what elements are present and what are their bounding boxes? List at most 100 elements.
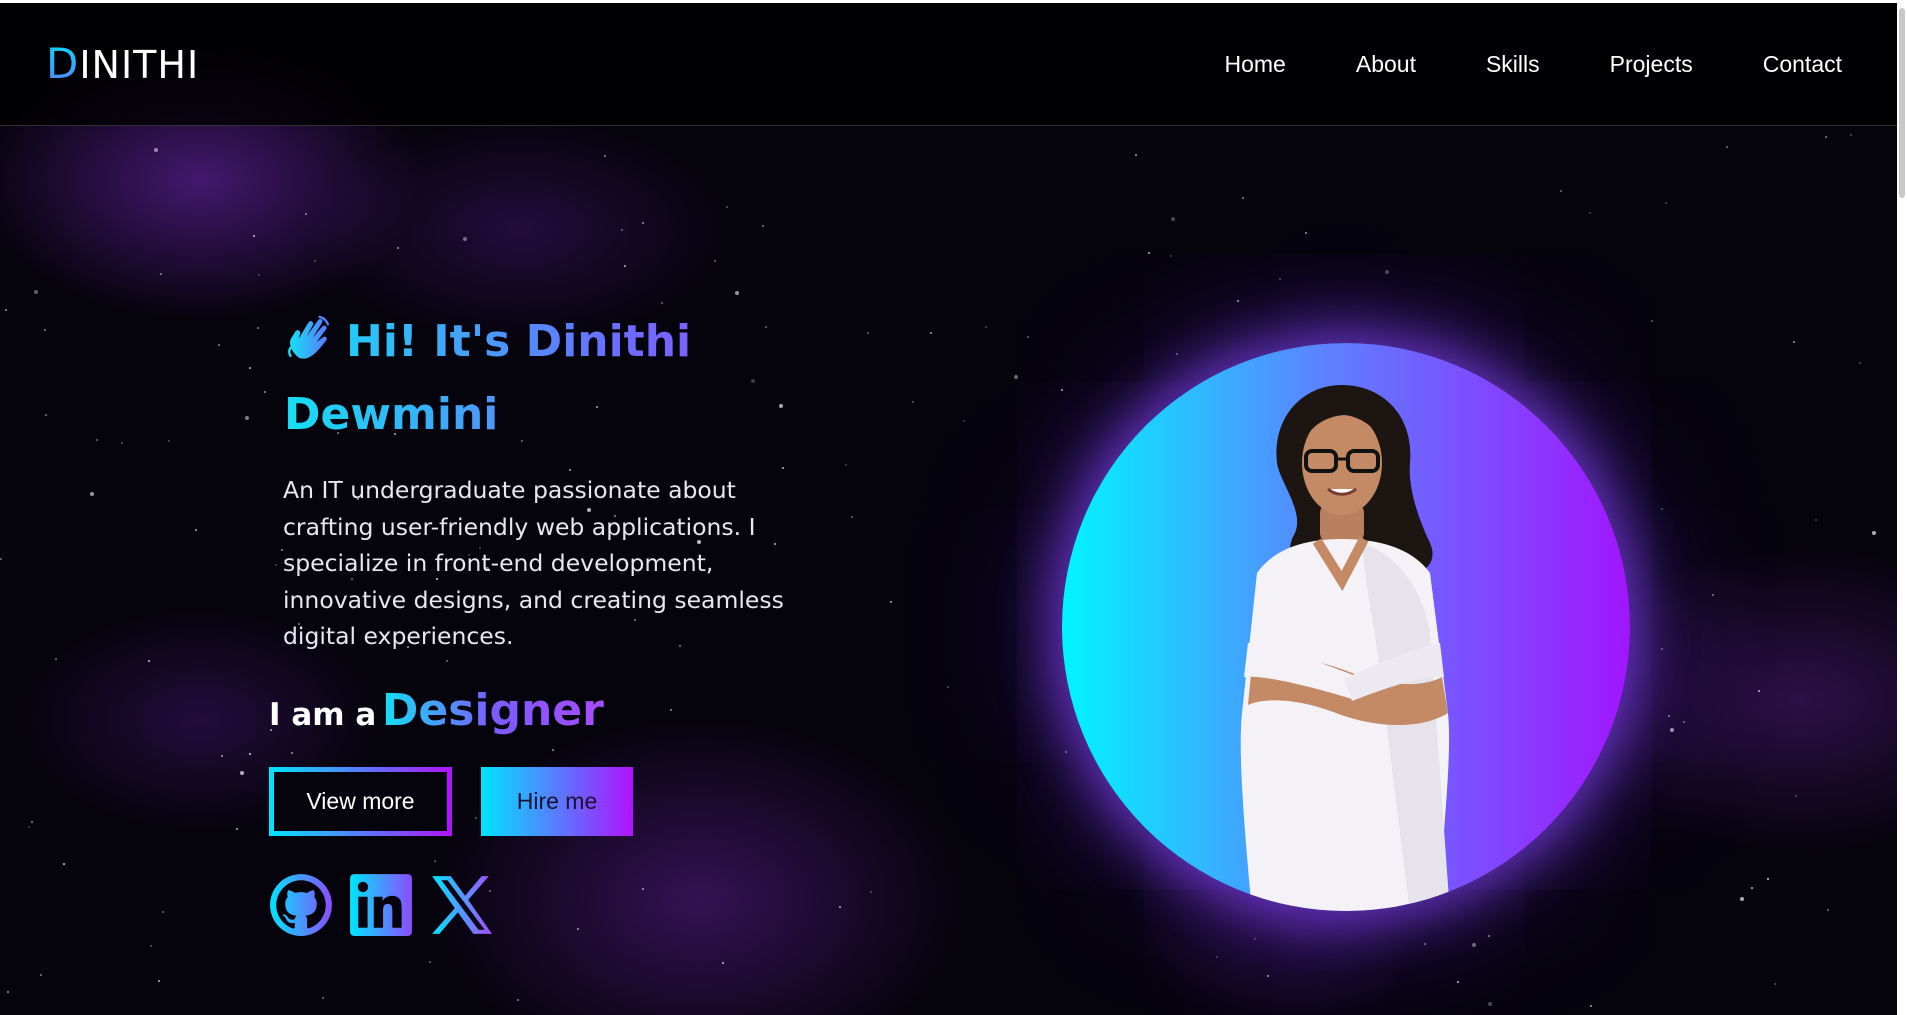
- star-dot: [1850, 134, 1852, 136]
- star-dot: [44, 329, 46, 331]
- star-dot: [1027, 336, 1029, 338]
- star-dot: [1014, 375, 1018, 379]
- star-dot: [31, 821, 33, 823]
- star-dot: [1457, 981, 1459, 983]
- social-links: [268, 872, 494, 938]
- nav-link-skills[interactable]: Skills: [1486, 51, 1540, 78]
- star-dot: [1237, 300, 1239, 302]
- star-dot: [1216, 956, 1218, 958]
- star-dot: [1872, 531, 1876, 535]
- star-dot: [264, 391, 266, 393]
- star-dot: [240, 771, 244, 775]
- top-navbar: DINITHI Home About Skills Projects Conta…: [0, 0, 1897, 126]
- star-dot: [195, 529, 197, 531]
- star-dot: [1488, 1002, 1492, 1006]
- star-dot: [160, 273, 162, 275]
- star-dot: [1859, 362, 1861, 364]
- star-dot: [1825, 136, 1827, 138]
- star-dot: [168, 440, 170, 442]
- star-dot: [236, 828, 238, 830]
- star-dot: [782, 467, 784, 469]
- star-dot: [162, 911, 164, 913]
- star-dot: [291, 752, 293, 754]
- star-dot: [1726, 146, 1728, 148]
- hero-bio: An IT undergraduate passionate about cra…: [283, 476, 784, 650]
- star-dot: [642, 222, 644, 224]
- star-dot: [1827, 909, 1829, 911]
- waving-hand-icon: [288, 315, 330, 359]
- star-dot: [258, 274, 260, 276]
- star-dot: [148, 660, 150, 662]
- star-dot: [154, 148, 158, 152]
- star-dot: [1740, 897, 1744, 901]
- person-illustration: [1240, 385, 1450, 911]
- star-dot: [604, 155, 606, 157]
- star-dot: [1488, 935, 1490, 937]
- site-logo[interactable]: DINITHI: [46, 39, 199, 88]
- star-dot: [1590, 1005, 1592, 1007]
- role-typed-word: Designer: [381, 685, 604, 736]
- star-dot: [63, 863, 65, 865]
- star-dot: [249, 367, 251, 369]
- star-dot: [661, 302, 663, 304]
- profile-photo: [1062, 343, 1630, 911]
- star-dot: [446, 660, 448, 662]
- star-dot: [1668, 715, 1670, 717]
- star-dot: [429, 961, 431, 963]
- star-dot: [1767, 878, 1769, 880]
- page-scrollbar[interactable]: [1897, 0, 1907, 1015]
- star-dot: [670, 709, 672, 711]
- star-dot: [1424, 943, 1426, 945]
- star-dot: [1758, 690, 1760, 692]
- star-dot: [45, 414, 47, 416]
- star-dot: [253, 235, 255, 237]
- greeting-text: Hi! It's Dinithi Dewmini: [284, 316, 692, 440]
- star-dot: [1242, 197, 1244, 199]
- star-dot: [1712, 594, 1714, 596]
- nav-link-home[interactable]: Home: [1225, 51, 1286, 78]
- star-dot: [305, 213, 307, 215]
- star-dot: [1560, 190, 1562, 192]
- star-dot: [1385, 270, 1389, 274]
- star-dot: [5, 309, 7, 311]
- nav-link-projects[interactable]: Projects: [1610, 51, 1693, 78]
- star-dot: [96, 439, 98, 441]
- role-line: I am a Designer: [269, 685, 604, 736]
- star-dot: [762, 225, 764, 227]
- star-dot: [475, 817, 477, 819]
- portfolio-page: DINITHI Home About Skills Projects Conta…: [0, 0, 1907, 1015]
- star-dot: [552, 749, 554, 751]
- star-dot: [870, 891, 872, 893]
- star-dot: [434, 860, 436, 862]
- star-dot: [1793, 341, 1795, 343]
- star-dot: [1472, 943, 1476, 947]
- star-dot: [577, 928, 579, 930]
- view-more-button[interactable]: View more: [269, 767, 452, 836]
- github-icon[interactable]: [268, 872, 334, 938]
- star-dot: [121, 442, 123, 444]
- star-dot: [867, 332, 869, 334]
- star-dot: [322, 997, 324, 999]
- star-dot: [890, 601, 892, 603]
- star-dot: [28, 826, 30, 828]
- star-dot: [1254, 938, 1256, 940]
- role-prefix: I am a: [269, 697, 377, 733]
- nav-link-about[interactable]: About: [1356, 51, 1416, 78]
- star-dot: [1815, 519, 1817, 521]
- star-dot: [150, 945, 152, 947]
- star-dot: [90, 492, 94, 496]
- star-dot: [1751, 887, 1753, 889]
- linkedin-icon[interactable]: [348, 872, 414, 938]
- hire-me-button[interactable]: Hire me: [481, 767, 633, 836]
- hero-greeting: Hi! It's Dinithi Dewmini: [284, 305, 844, 451]
- scrollbar-thumb[interactable]: [1899, 8, 1905, 198]
- star-dot: [7, 991, 9, 993]
- x-twitter-icon[interactable]: [428, 872, 494, 938]
- star-dot: [722, 962, 724, 964]
- star-dot: [221, 755, 223, 757]
- star-dot: [947, 686, 949, 688]
- nav-link-contact[interactable]: Contact: [1763, 51, 1842, 78]
- star-dot: [1267, 975, 1269, 977]
- logo-text: INITHI: [79, 43, 200, 87]
- star-dot: [1135, 154, 1137, 156]
